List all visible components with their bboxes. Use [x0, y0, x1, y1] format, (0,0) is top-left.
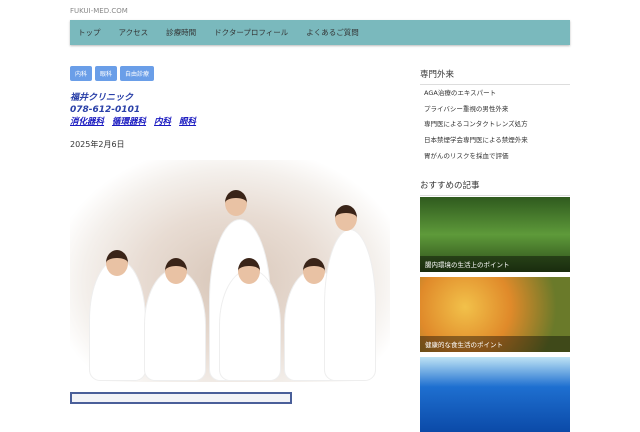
specialty-item[interactable]: 胃がんのリスクを採血で評価 — [424, 149, 528, 165]
tag-internal[interactable]: 内科 — [70, 66, 93, 81]
article-card-pool[interactable] — [420, 357, 570, 432]
dept-link[interactable]: 内科 — [154, 117, 171, 127]
recommended-heading: おすすめの記事 — [420, 179, 570, 196]
staff-photo — [70, 160, 390, 382]
clinic-name: 福井クリニック — [70, 93, 134, 103]
article-card[interactable]: 腸内環境の生活上のポイント — [420, 197, 570, 272]
specialty-item[interactable]: AGA治療のエキスパート — [424, 86, 528, 102]
site-name[interactable]: FUKUI-MED.COM — [70, 7, 128, 15]
article-card[interactable]: 健康的な食生活のポイント — [420, 277, 570, 352]
tag-free[interactable]: 自由診療 — [120, 66, 155, 81]
dept-link[interactable]: 循環器科 — [112, 117, 146, 127]
nav-top[interactable]: トップ — [78, 27, 101, 38]
post-date: 2025年2月6日 — [70, 140, 125, 149]
category-tags: 内科 眼科 自由診療 — [70, 66, 155, 81]
tag-eye[interactable]: 眼科 — [95, 66, 118, 81]
clinic-phone: 078-612-0101 — [70, 105, 141, 115]
dept-link[interactable]: 眼科 — [179, 117, 196, 127]
specialty-item[interactable]: 日本禁煙学会専門医による禁煙外来 — [424, 133, 528, 149]
clinic-info: 福井クリニック 078-612-0101 消化器科 循環器科 内科 眼科 — [70, 92, 204, 128]
nav-faq[interactable]: よくあるご質問 — [306, 27, 359, 38]
article-caption: 健康的な食生活のポイント — [420, 336, 570, 352]
specialty-item[interactable]: プライバシー重視の男性外来 — [424, 102, 528, 118]
nav-access[interactable]: アクセス — [119, 27, 149, 38]
main-nav: トップ アクセス 診療時間 ドクタープロフィール よくあるご質問 — [70, 20, 570, 45]
specialty-list: AGA治療のエキスパート プライバシー重視の男性外来 専門医によるコンタクトレン… — [424, 86, 528, 165]
specialty-item[interactable]: 専門医によるコンタクトレンズ処方 — [424, 117, 528, 133]
social-widget[interactable] — [70, 392, 292, 404]
article-caption: 腸内環境の生活上のポイント — [420, 256, 570, 272]
nav-doctor-profile[interactable]: ドクタープロフィール — [214, 27, 288, 38]
nav-hours[interactable]: 診療時間 — [166, 27, 196, 38]
dept-link[interactable]: 消化器科 — [70, 117, 104, 127]
specialty-heading: 専門外来 — [420, 68, 570, 85]
